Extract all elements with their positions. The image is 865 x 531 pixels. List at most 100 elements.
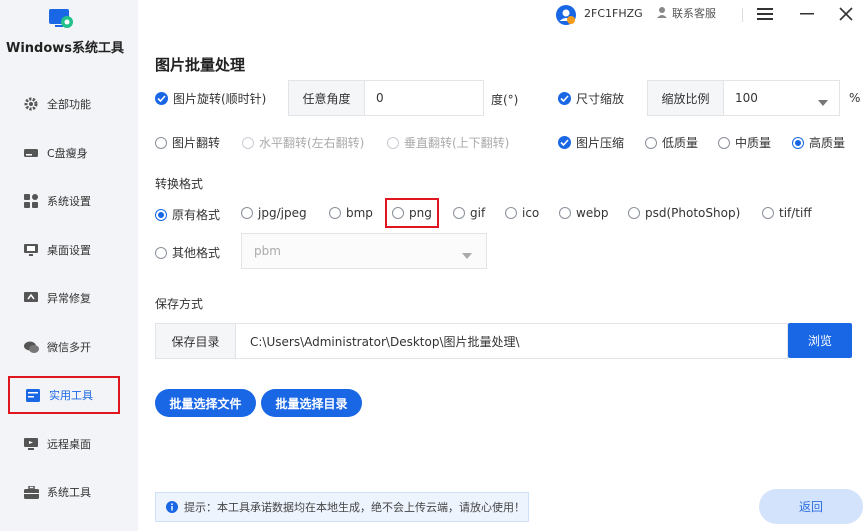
format-option-label: ico [522, 206, 540, 220]
radio-icon [241, 207, 253, 219]
rotate-label: 图片旋转(顺时针) [173, 92, 267, 106]
radio-icon [559, 207, 571, 219]
radio-icon [242, 136, 254, 149]
format-ico-option[interactable]: ico [505, 206, 539, 220]
check-icon [155, 92, 168, 105]
format-option-label: jpg/jpeg [258, 206, 307, 220]
format-option-label: gif [470, 206, 486, 220]
radio-icon [505, 207, 517, 219]
drive-icon [21, 143, 41, 163]
minimize-button[interactable] [796, 4, 818, 26]
sidebar-item-system-tools[interactable]: 系统工具 [8, 473, 120, 511]
sidebar-item-wechat-multi[interactable]: 微信多开 [8, 328, 120, 366]
format-tif-option[interactable]: tif/tiff [762, 206, 812, 220]
device-id: 2FC1FHZG [584, 7, 643, 20]
save-dir-field: 保存目录 C:\Users\Administrator\Desktop\图片批量… [155, 323, 788, 359]
angle-input[interactable]: 0 [366, 81, 483, 115]
hamburger-icon [757, 7, 773, 24]
grid-icon [21, 191, 41, 211]
menu-button[interactable] [754, 4, 776, 26]
select-files-button[interactable]: 批量选择文件 [155, 389, 256, 417]
format-jpg-option[interactable]: jpg/jpeg [241, 206, 307, 220]
monitor-icon [21, 240, 41, 260]
format-original-option[interactable]: 原有格式 [155, 206, 220, 223]
radio-icon [329, 207, 341, 219]
check-icon [558, 92, 571, 105]
sidebar-item-label: 全部功能 [47, 98, 91, 111]
scale-field: 缩放比例 100 [647, 80, 840, 116]
app-logo-icon [48, 6, 74, 32]
quality-high-label: 高质量 [809, 136, 846, 150]
sidebar-item-label: 远程桌面 [47, 438, 91, 451]
page-title: 图片批量处理 [155, 56, 246, 74]
format-gif-option[interactable]: gif [453, 206, 485, 220]
contact-service-label: 联系客服 [672, 7, 716, 20]
sidebar-item-desktop-settings[interactable]: 桌面设置 [8, 231, 120, 269]
format-webp-option[interactable]: webp [559, 206, 608, 220]
wrench-icon [21, 288, 41, 308]
quality-high-option[interactable]: 高质量 [792, 134, 845, 151]
toolbox-icon [23, 385, 43, 405]
sidebar-item-all-functions[interactable]: 全部功能 [8, 85, 120, 123]
flip-horizontal-option[interactable]: 水平翻转(左右翻转) [242, 134, 364, 151]
sidebar-item-c-drive[interactable]: C盘瘦身 [8, 134, 120, 172]
browse-button[interactable]: 浏览 [788, 323, 852, 358]
radio-icon [387, 136, 399, 149]
back-button[interactable]: 返回 [759, 489, 863, 524]
radio-icon [718, 136, 730, 149]
radio-selected-icon [155, 208, 167, 221]
user-avatar-icon [555, 4, 577, 26]
radio-icon [392, 207, 404, 219]
save-dir-label: 保存目录 [156, 324, 236, 358]
format-section-label: 转换格式 [155, 177, 204, 191]
resize-checkbox[interactable]: 尺寸缩放 [558, 90, 624, 107]
sidebar-item-label: 系统设置 [47, 195, 91, 208]
quality-low-option[interactable]: 低质量 [645, 134, 698, 151]
flip-option[interactable]: 图片翻转 [155, 134, 220, 151]
headset-icon [656, 6, 668, 21]
radio-icon [645, 136, 657, 149]
check-icon [558, 136, 571, 149]
radio-icon [453, 207, 465, 219]
format-other-option[interactable]: 其他格式 [155, 244, 220, 261]
chat-icon [21, 337, 41, 357]
briefcase-icon [21, 482, 41, 502]
select-dir-button[interactable]: 批量选择目录 [261, 389, 362, 417]
scale-field-label: 缩放比例 [648, 81, 724, 115]
gear-icon [21, 94, 41, 114]
format-png-option[interactable]: png [392, 206, 432, 220]
contact-service-link[interactable]: 联系客服 [656, 5, 716, 21]
sidebar-item-utility-tools[interactable]: 实用工具 [8, 376, 120, 414]
sidebar-item-label: 微信多开 [47, 341, 91, 354]
title-bar: 2FC1FHZG 联系客服 [138, 0, 865, 30]
sidebar-item-repair[interactable]: 异常修复 [8, 279, 120, 317]
save-dir-input[interactable]: C:\Users\Administrator\Desktop\图片批量处理\ [237, 324, 782, 358]
format-option-label: psd(PhotoShop) [645, 206, 741, 220]
compress-label: 图片压缩 [576, 136, 625, 150]
format-psd-option[interactable]: psd(PhotoShop) [628, 206, 740, 220]
close-button[interactable] [835, 4, 857, 26]
sidebar-item-system-settings[interactable]: 系统设置 [8, 182, 120, 220]
resize-label: 尺寸缩放 [576, 92, 625, 106]
scale-unit: % [849, 91, 861, 105]
sidebar-item-label: C盘瘦身 [47, 147, 88, 160]
chevron-down-icon[interactable] [818, 95, 828, 109]
rotate-checkbox[interactable]: 图片旋转(顺时针) [155, 90, 266, 107]
minimize-icon [800, 7, 814, 24]
save-section-label: 保存方式 [155, 297, 204, 311]
sidebar-item-label: 系统工具 [47, 486, 91, 499]
other-format-select[interactable]: pbm [241, 233, 487, 269]
angle-unit: 度(°) [491, 93, 519, 107]
scale-select[interactable]: 100 [725, 81, 820, 115]
format-bmp-option[interactable]: bmp [329, 206, 373, 220]
quality-mid-option[interactable]: 中质量 [718, 134, 771, 151]
divider [732, 4, 754, 26]
radio-selected-icon [792, 136, 804, 149]
angle-field: 任意角度 0 [288, 80, 484, 116]
other-format-value: pbm [254, 244, 281, 258]
format-option-label: 原有格式 [172, 208, 221, 222]
sidebar-item-label: 异常修复 [47, 292, 91, 305]
sidebar-item-remote-desktop[interactable]: 远程桌面 [8, 425, 120, 463]
compress-checkbox[interactable]: 图片压缩 [558, 134, 624, 151]
flip-vertical-option[interactable]: 垂直翻转(上下翻转) [387, 134, 509, 151]
